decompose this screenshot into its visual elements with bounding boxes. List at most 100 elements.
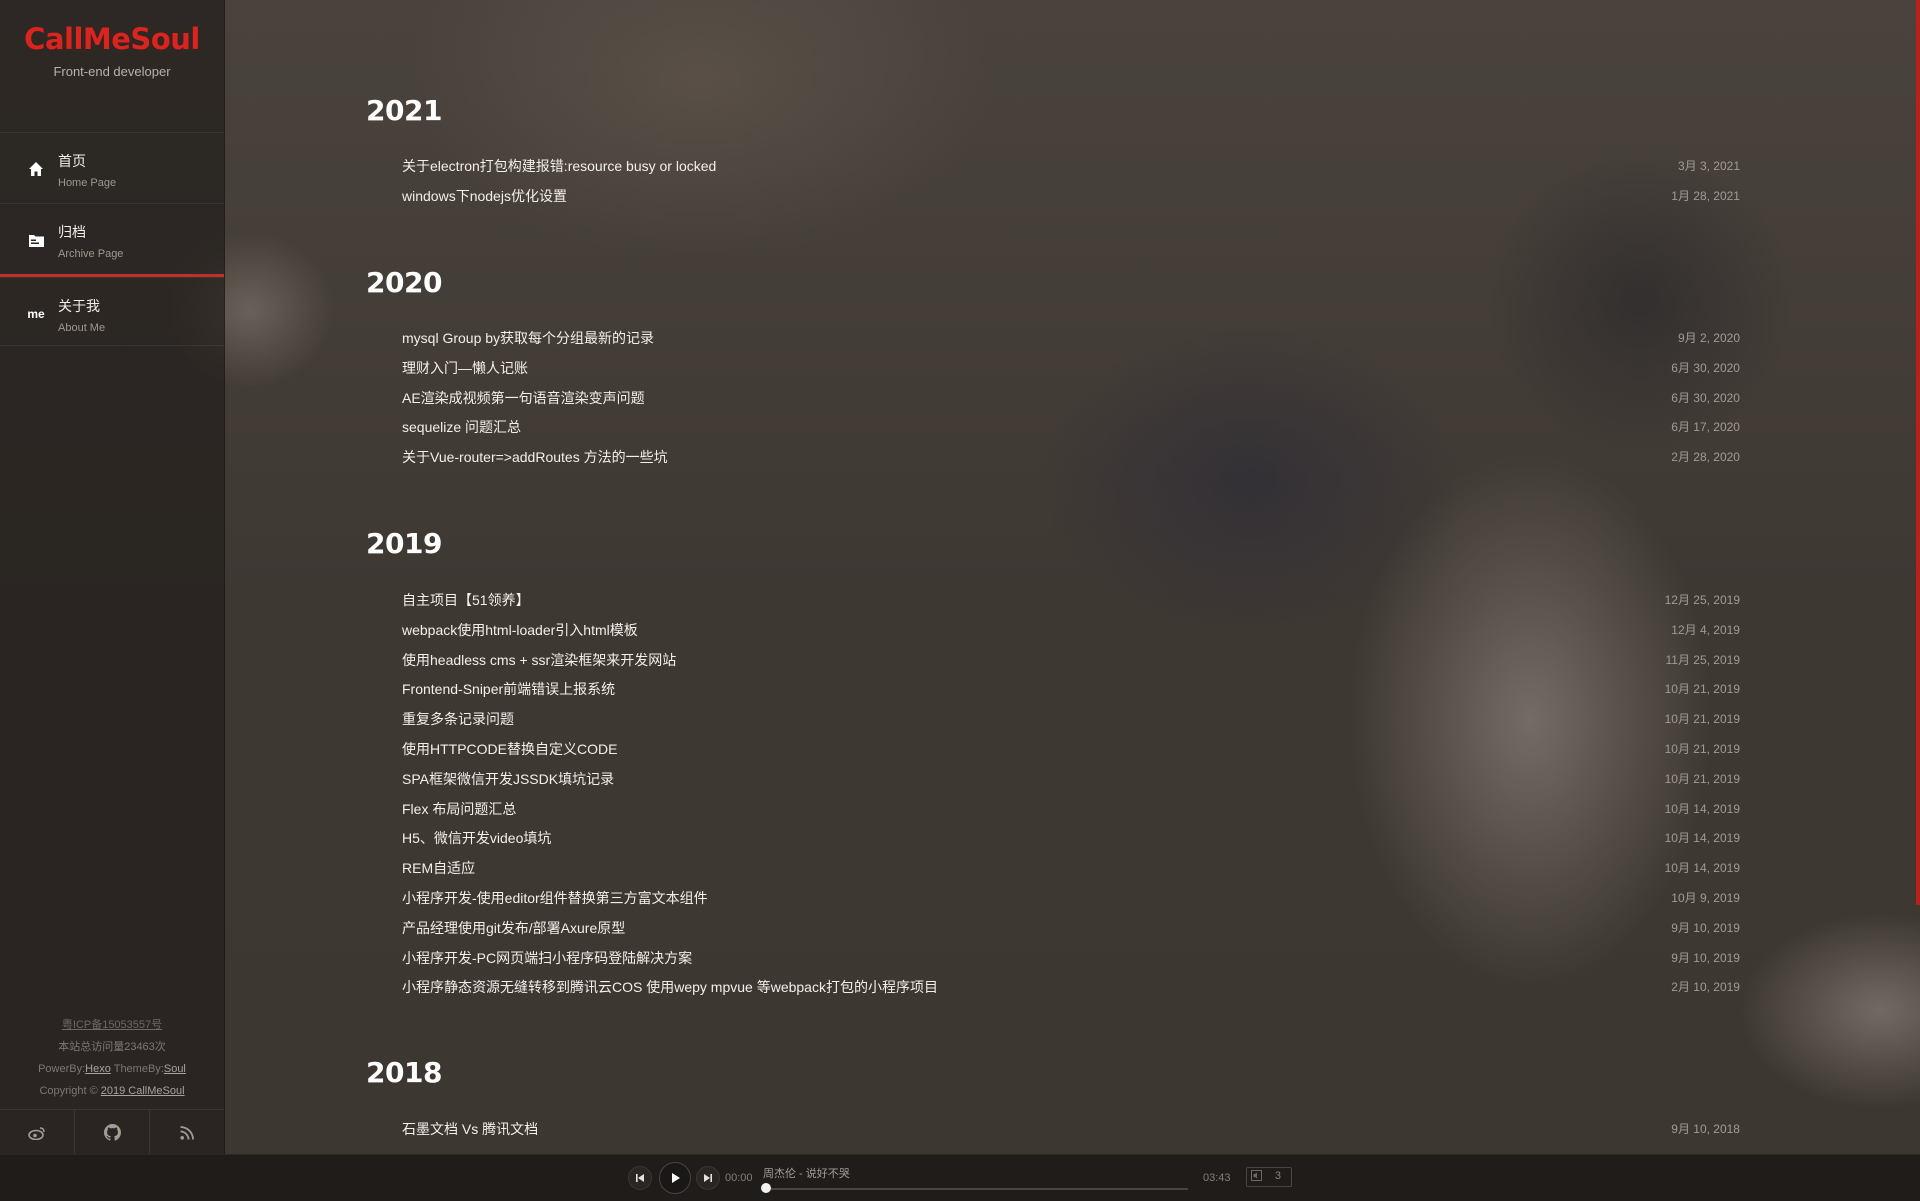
post-title-link[interactable]: REM自适应 bbox=[402, 858, 475, 878]
soul-theme-link[interactable]: Soul bbox=[164, 1063, 186, 1075]
sidebar-nav: 首页 Home Page 归档 Archive Page me 关于我 Abou… bbox=[0, 132, 224, 348]
post-title-link[interactable]: 小程序开发-使用editor组件替换第三方富文本组件 bbox=[402, 888, 708, 908]
post-title-link[interactable]: 小程序开发-PC网页端扫小程序码登陆解决方案 bbox=[402, 948, 692, 968]
post-row[interactable]: H5、微信开发video填坑 10月 14, 2019 bbox=[402, 828, 1740, 852]
post-title-link[interactable]: Frontend-Sniper前端错误上报系统 bbox=[402, 679, 615, 699]
play-button[interactable] bbox=[659, 1162, 691, 1194]
sidebar-item-archive[interactable]: 归档 Archive Page bbox=[0, 203, 224, 277]
post-title-link[interactable]: 理财入门—懒人记账 bbox=[402, 358, 528, 378]
post-row[interactable]: 重复多条记录问题 10月 21, 2019 bbox=[402, 709, 1740, 733]
post-row[interactable]: 使用HTTPCODE替换自定义CODE 10月 21, 2019 bbox=[402, 739, 1740, 763]
hexo-link[interactable]: Hexo bbox=[85, 1063, 111, 1075]
sidebar-item-home[interactable]: 首页 Home Page bbox=[0, 132, 224, 203]
post-date: 1月 28, 2021 bbox=[1671, 189, 1740, 203]
post-row[interactable]: SPA框架微信开发JSSDK填坑记录 10月 21, 2019 bbox=[402, 769, 1740, 793]
post-title-link[interactable]: 重复多条记录问题 bbox=[402, 709, 514, 729]
site-logo[interactable]: CallMeSoul bbox=[0, 22, 224, 56]
previous-track-button[interactable] bbox=[628, 1166, 652, 1190]
copyright: Copyright © 2019 CallMeSoul bbox=[39, 1085, 185, 1097]
sidebar-item-about[interactable]: me 关于我 About Me bbox=[0, 277, 224, 348]
post-title-link[interactable]: Flex 布局问题汇总 bbox=[402, 799, 516, 819]
post-title-link[interactable]: 小程序静态资源无缝转移到腾讯云COS 使用wepy mpvue 等webpack… bbox=[402, 977, 938, 997]
post-row[interactable]: REM自适应 10月 14, 2019 bbox=[402, 858, 1740, 882]
volume-icon bbox=[1251, 1170, 1262, 1184]
post-date: 6月 30, 2020 bbox=[1671, 391, 1740, 405]
post-row[interactable]: 关于Vue-router=>addRoutes 方法的一些坑 2月 28, 202… bbox=[402, 447, 1740, 471]
post-date: 10月 21, 2019 bbox=[1664, 772, 1740, 786]
sidebar: CallMeSoul Front-end developer 首页 Home P… bbox=[0, 0, 225, 1155]
post-date: 9月 10, 2018 bbox=[1671, 1122, 1740, 1136]
year-heading: 2018 bbox=[366, 1056, 442, 1089]
post-date: 3月 3, 2021 bbox=[1677, 159, 1740, 173]
post-row[interactable]: AE渲染成视频第一句语音渲染变声问题 6月 30, 2020 bbox=[402, 388, 1740, 412]
sidebar-item-title: 归档 bbox=[58, 224, 86, 240]
post-title-link[interactable]: 关于Vue-router=>addRoutes 方法的一些坑 bbox=[402, 447, 668, 467]
progress-handle[interactable] bbox=[761, 1183, 771, 1193]
post-title-link[interactable]: webpack使用html-loader引入html模板 bbox=[402, 620, 638, 640]
post-date: 10月 14, 2019 bbox=[1664, 831, 1740, 845]
copyright-link[interactable]: 2019 CallMeSoul bbox=[101, 1085, 185, 1097]
rss-icon[interactable] bbox=[150, 1110, 224, 1155]
year-heading: 2020 bbox=[366, 266, 442, 299]
volume-control[interactable]: 3 bbox=[1246, 1167, 1292, 1187]
sidebar-footer: 粤ICP备15053557号 本站总访问量23463次 PowerBy:Hexo… bbox=[0, 1014, 224, 1102]
scroll-indicator[interactable] bbox=[1916, 0, 1920, 905]
post-title-link[interactable]: SPA框架微信开发JSSDK填坑记录 bbox=[402, 769, 614, 789]
visit-count: 本站总访问量23463次 bbox=[58, 1041, 166, 1053]
post-title-link[interactable]: 产品经理使用git发布/部署Axure原型 bbox=[402, 918, 625, 938]
archive-icon bbox=[26, 230, 46, 250]
post-row[interactable]: Flex 布局问题汇总 10月 14, 2019 bbox=[402, 799, 1740, 823]
next-track-button[interactable] bbox=[696, 1166, 720, 1190]
volume-level: 3 bbox=[1274, 1170, 1281, 1182]
post-date: 10月 21, 2019 bbox=[1664, 712, 1740, 726]
post-title-link[interactable]: 石墨文档 Vs 腾讯文档 bbox=[402, 1119, 538, 1139]
post-date: 12月 25, 2019 bbox=[1664, 593, 1740, 607]
icp-link[interactable]: 粤ICP备15053557号 bbox=[62, 1019, 162, 1031]
year-heading: 2021 bbox=[366, 94, 442, 127]
post-title-link[interactable]: 关于electron打包构建报错:resource busy or locked bbox=[402, 156, 716, 176]
sidebar-item-title: 关于我 bbox=[58, 298, 100, 314]
post-title-link[interactable]: mysql Group by获取每个分组最新的记录 bbox=[402, 328, 654, 348]
post-date: 9月 2, 2020 bbox=[1677, 331, 1740, 345]
post-row[interactable]: webpack使用html-loader引入html模板 12月 4, 2019 bbox=[402, 620, 1740, 644]
post-row[interactable]: 石墨文档 Vs 腾讯文档 9月 10, 2018 bbox=[402, 1119, 1740, 1143]
post-date: 10月 21, 2019 bbox=[1664, 682, 1740, 696]
post-row[interactable]: windows下nodejs优化设置 1月 28, 2021 bbox=[402, 186, 1740, 210]
post-row[interactable]: 小程序开发-使用editor组件替换第三方富文本组件 10月 9, 2019 bbox=[402, 888, 1740, 912]
progress-track[interactable] bbox=[766, 1188, 1188, 1190]
post-date: 10月 21, 2019 bbox=[1664, 742, 1740, 756]
total-time: 03:43 bbox=[1203, 1172, 1231, 1184]
post-title-link[interactable]: sequelize 问题汇总 bbox=[402, 417, 521, 437]
post-title-link[interactable]: H5、微信开发video填坑 bbox=[402, 828, 551, 848]
post-row[interactable]: 关于electron打包构建报错:resource busy or locked… bbox=[402, 156, 1740, 180]
me-icon: me bbox=[27, 307, 45, 321]
post-row[interactable]: sequelize 问题汇总 6月 17, 2020 bbox=[402, 417, 1740, 441]
post-date: 9月 10, 2019 bbox=[1671, 921, 1740, 935]
post-date: 10月 14, 2019 bbox=[1664, 802, 1740, 816]
weibo-icon[interactable] bbox=[0, 1110, 75, 1155]
post-row[interactable]: Frontend-Sniper前端错误上报系统 10月 21, 2019 bbox=[402, 679, 1740, 703]
post-title-link[interactable]: 使用HTTPCODE替换自定义CODE bbox=[402, 739, 617, 759]
post-title-link[interactable]: windows下nodejs优化设置 bbox=[402, 186, 567, 206]
post-row[interactable]: 使用headless cms + ssr渲染框架来开发网站 11月 25, 201… bbox=[402, 650, 1740, 674]
post-title-link[interactable]: 使用headless cms + ssr渲染框架来开发网站 bbox=[402, 650, 676, 670]
social-links bbox=[0, 1109, 224, 1155]
post-date: 9月 10, 2019 bbox=[1671, 951, 1740, 965]
post-row[interactable]: 自主项目【51领养】 12月 25, 2019 bbox=[402, 590, 1740, 614]
post-row[interactable]: 小程序开发-PC网页端扫小程序码登陆解决方案 9月 10, 2019 bbox=[402, 948, 1740, 972]
post-date: 2月 10, 2019 bbox=[1671, 980, 1740, 994]
post-row[interactable]: 理财入门—懒人记账 6月 30, 2020 bbox=[402, 358, 1740, 382]
post-row[interactable]: mysql Group by获取每个分组最新的记录 9月 2, 2020 bbox=[402, 328, 1740, 352]
post-title-link[interactable]: AE渲染成视频第一句语音渲染变声问题 bbox=[402, 388, 645, 408]
powered-by: PowerBy:Hexo ThemeBy:Soul bbox=[38, 1063, 186, 1075]
post-row[interactable]: 产品经理使用git发布/部署Axure原型 9月 10, 2019 bbox=[402, 918, 1740, 942]
current-time: 00:00 bbox=[725, 1172, 753, 1184]
site-tagline: Front-end developer bbox=[53, 64, 171, 79]
github-icon[interactable] bbox=[75, 1110, 150, 1155]
post-row[interactable]: 小程序静态资源无缝转移到腾讯云COS 使用wepy mpvue 等webpack… bbox=[402, 977, 1740, 1001]
post-date: 10月 9, 2019 bbox=[1671, 891, 1740, 905]
post-title-link[interactable]: 自主项目【51领养】 bbox=[402, 590, 530, 610]
post-date: 10月 14, 2019 bbox=[1664, 861, 1740, 875]
year-heading: 2019 bbox=[366, 527, 442, 560]
post-date: 6月 30, 2020 bbox=[1671, 361, 1740, 375]
